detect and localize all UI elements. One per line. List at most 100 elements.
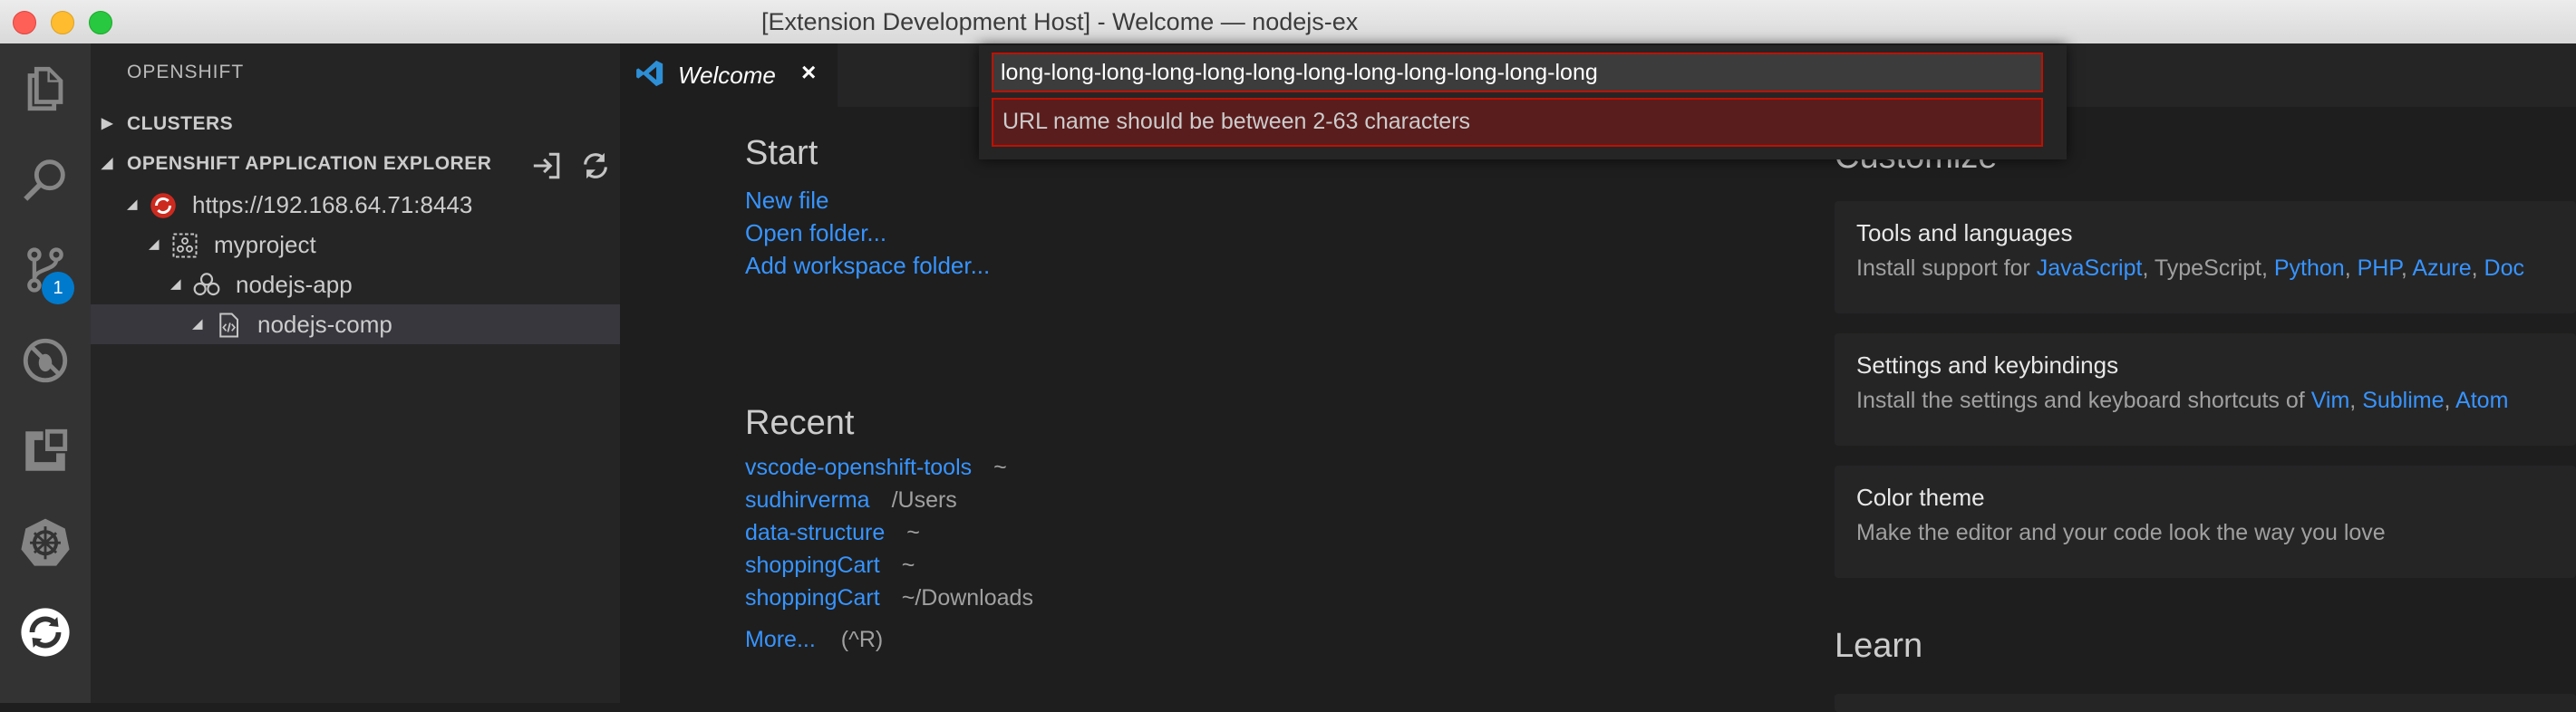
search-activity[interactable] — [0, 134, 91, 225]
card-description: Install support for JavaScript, TypeScri… — [1856, 255, 2524, 282]
recent-item-link[interactable]: shoppingCart — [745, 553, 880, 578]
tree-item-project[interactable]: ◢ myproject — [91, 225, 620, 265]
explorer-activity[interactable] — [0, 43, 91, 134]
recent-item-path: ~/Downloads — [901, 585, 1033, 611]
card-desc-text: , — [2444, 388, 2456, 413]
kubernetes-activity[interactable] — [0, 496, 91, 587]
recent-item-link[interactable]: sudhirverma — [745, 487, 870, 513]
recent-item-link[interactable]: vscode-openshift-tools — [745, 455, 972, 480]
card-title: Color theme — [1856, 484, 1985, 511]
files-icon — [27, 66, 63, 111]
card-desc-text: , TypeScript, — [2142, 255, 2274, 281]
tree-item-label: nodejs-app — [236, 271, 353, 298]
quick-input-field[interactable] — [992, 53, 2043, 92]
quick-input-widget: URL name should be between 2-63 characte… — [979, 45, 2067, 159]
card-description: Make the editor and your code look the w… — [1856, 520, 2386, 545]
application-icon — [192, 271, 221, 300]
login-button[interactable] — [529, 149, 564, 183]
sublime-link[interactable]: Sublime — [2362, 388, 2444, 413]
tree-item-label: myproject — [214, 231, 316, 258]
tools-languages-card[interactable]: Tools and languages Install support for … — [1835, 201, 2576, 313]
recent-item-link[interactable]: shoppingCart — [745, 585, 880, 611]
python-link[interactable]: Python — [2274, 255, 2345, 281]
vim-link[interactable]: Vim — [2311, 388, 2350, 413]
chevron-right-icon: ▶ — [102, 116, 113, 131]
refresh-icon — [584, 152, 607, 179]
component-icon — [214, 311, 243, 340]
recent-item: data-structure ~ — [745, 520, 920, 546]
card-title: Settings and keybindings — [1856, 351, 2119, 379]
recent-item-path: ~ — [906, 520, 920, 545]
expanded-arrow-icon: ◢ — [170, 276, 181, 292]
new-file-link[interactable]: New file — [745, 187, 828, 215]
window-title: [Extension Development Host] - Welcome —… — [761, 8, 1359, 35]
tree-item-label: https://192.168.64.71:8443 — [192, 191, 473, 218]
card-title: Tools and languages — [1856, 219, 2073, 246]
tree-item-component[interactable]: ◢ nodejs-comp — [91, 304, 620, 344]
tab-close-button[interactable]: × — [801, 58, 816, 87]
card-desc-text: Install support for — [1856, 255, 2037, 281]
kubernetes-icon — [21, 518, 70, 566]
validation-message: URL name should be between 2-63 characte… — [992, 98, 2043, 147]
explorer-section-label: OPENSHIFT APPLICATION EXPLORER — [127, 153, 492, 174]
card-desc-text: , — [2471, 255, 2484, 281]
tab-welcome[interactable]: Welcome × — [620, 43, 838, 107]
explorer-section-header[interactable]: ◢ OPENSHIFT APPLICATION EXPLORER — [91, 145, 620, 183]
project-icon — [170, 231, 199, 260]
expanded-arrow-icon: ◢ — [192, 316, 203, 332]
add-workspace-folder-link[interactable]: Add workspace folder... — [745, 252, 990, 280]
tab-label: Welcome — [678, 62, 776, 89]
vscode-icon — [634, 58, 665, 93]
learn-card[interactable] — [1835, 694, 2576, 712]
more-recent-row: More... (^R) — [745, 627, 883, 653]
login-icon — [533, 152, 560, 179]
recent-item-link[interactable]: data-structure — [745, 520, 885, 545]
debug-activity[interactable] — [0, 315, 91, 406]
card-desc-text: , — [2349, 388, 2363, 413]
debug-icon — [23, 338, 68, 383]
card-desc-text: , — [2344, 255, 2358, 281]
recent-item-path: /Users — [891, 487, 957, 513]
refresh-button[interactable] — [578, 149, 613, 183]
source-control-activity[interactable]: 1 — [0, 225, 91, 315]
openshift-icon — [21, 608, 70, 657]
card-desc-text: Install the settings and keyboard shortc… — [1856, 388, 2311, 413]
atom-link[interactable]: Atom — [2455, 388, 2508, 413]
tree-item-cluster[interactable]: ◢ https://192.168.64.71:8443 — [91, 185, 620, 225]
color-theme-card[interactable]: Color theme Make the editor and your cod… — [1835, 466, 2576, 578]
openshift-activity[interactable] — [0, 587, 91, 678]
extensions-activity[interactable] — [0, 406, 91, 496]
javascript-link[interactable]: JavaScript — [2037, 255, 2143, 281]
azure-link[interactable]: Azure — [2412, 255, 2471, 281]
search-icon — [24, 159, 65, 201]
recent-item-path: ~ — [901, 553, 915, 578]
docker-link[interactable]: Doc — [2484, 255, 2524, 281]
php-link[interactable]: PHP — [2358, 255, 2401, 281]
extensions-icon — [25, 428, 68, 471]
start-heading: Start — [745, 134, 818, 172]
expanded-arrow-icon: ◢ — [127, 197, 138, 212]
recent-item-path: ~ — [993, 455, 1007, 480]
sidebar: OPENSHIFT ▶ CLUSTERS ◢ OPENSHIFT APPLICA… — [91, 43, 620, 703]
open-folder-link[interactable]: Open folder... — [745, 219, 886, 247]
more-recent-link[interactable]: More... — [745, 627, 816, 652]
settings-keybindings-card[interactable]: Settings and keybindings Install the set… — [1835, 333, 2576, 446]
explorer-actions — [529, 149, 613, 183]
clusters-section-label: CLUSTERS — [127, 113, 234, 134]
recent-item: shoppingCart ~ — [745, 553, 915, 579]
expanded-arrow-icon: ◢ — [149, 236, 160, 252]
tree-item-label: nodejs-comp — [257, 311, 392, 338]
more-recent-shortcut: (^R) — [840, 627, 884, 652]
learn-heading: Learn — [1835, 627, 1923, 665]
clusters-section-header[interactable]: ▶ CLUSTERS — [91, 105, 620, 143]
recent-heading: Recent — [745, 404, 855, 442]
recent-item: shoppingCart ~/Downloads — [745, 585, 1033, 611]
chevron-down-icon: ◢ — [102, 156, 113, 171]
welcome-page: Start New file Open folder... Add worksp… — [620, 107, 2576, 712]
recent-item: sudhirverma/Users — [745, 487, 957, 514]
card-description: Install the settings and keyboard shortc… — [1856, 388, 2508, 414]
recent-item: vscode-openshift-tools ~ — [745, 455, 1007, 481]
openshift-cluster-icon — [149, 191, 178, 220]
title-bar: [Extension Development Host] - Welcome —… — [0, 0, 2576, 44]
tree-item-application[interactable]: ◢ nodejs-app — [91, 265, 620, 304]
